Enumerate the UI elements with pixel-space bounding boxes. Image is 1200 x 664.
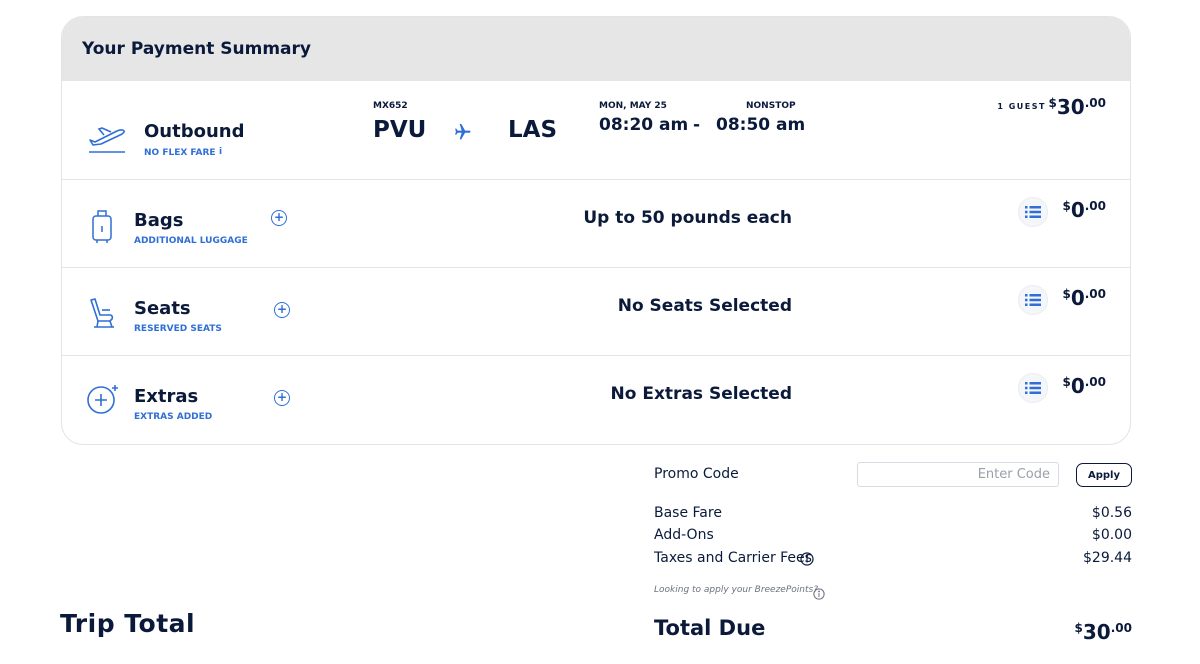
luggage-icon bbox=[90, 208, 114, 248]
bags-row: Bags ADDITIONAL LUGGAGE + Up to 50 pound… bbox=[62, 179, 1130, 267]
seats-price: $0.00 bbox=[1062, 286, 1106, 310]
total-due-label: Total Due bbox=[654, 616, 766, 640]
outbound-price: $30.00 bbox=[1048, 95, 1106, 119]
plane-takeoff-icon bbox=[87, 121, 127, 159]
extras-sublabel: EXTRAS ADDED bbox=[134, 412, 213, 422]
extras-details-button[interactable] bbox=[1018, 373, 1048, 403]
list-icon bbox=[1025, 206, 1041, 218]
payment-summary-card: Your Payment Summary Outbound NO FLEX FA… bbox=[61, 16, 1131, 445]
outbound-row: Outbound NO FLEX FARE i MX652 PVU LAS MO… bbox=[62, 81, 1130, 179]
card-header: Your Payment Summary bbox=[62, 17, 1130, 81]
plane-icon bbox=[453, 121, 473, 145]
seats-label: Seats bbox=[134, 298, 191, 319]
destination-airport: LAS bbox=[508, 117, 558, 143]
addons-value: $0.00 bbox=[1091, 527, 1132, 543]
breezepoints-note[interactable]: Looking to apply your BreezePoints? bbox=[654, 585, 818, 595]
extras-label: Extras bbox=[134, 386, 199, 407]
taxes-value: $29.44 bbox=[1083, 550, 1132, 566]
bags-price: $0.00 bbox=[1062, 198, 1106, 222]
promo-code-input[interactable] bbox=[857, 462, 1059, 487]
seat-icon bbox=[88, 297, 116, 333]
departure-time: 08:20 am bbox=[599, 115, 689, 135]
info-icon[interactable]: i bbox=[219, 147, 222, 157]
stops-label: NONSTOP bbox=[746, 101, 796, 111]
flight-date: MON, MAY 25 bbox=[599, 101, 667, 111]
promo-code-label: Promo Code bbox=[654, 466, 739, 482]
add-extras-icon bbox=[86, 383, 120, 421]
trip-total-heading: Trip Total bbox=[60, 609, 196, 638]
add-seats-button[interactable]: + bbox=[274, 302, 290, 318]
fare-type-label: NO FLEX FARE bbox=[144, 148, 216, 158]
add-bags-button[interactable]: + bbox=[271, 210, 287, 226]
arrival-time: 08:50 am bbox=[716, 115, 806, 135]
origin-airport: PVU bbox=[373, 117, 427, 143]
extras-price: $0.00 bbox=[1062, 374, 1106, 398]
apply-promo-button[interactable]: Apply bbox=[1076, 463, 1132, 487]
base-fare-label: Base Fare bbox=[654, 505, 722, 521]
outbound-label: Outbound bbox=[144, 121, 245, 142]
seats-details-button[interactable] bbox=[1018, 285, 1048, 315]
addons-label: Add-Ons bbox=[654, 527, 714, 543]
bags-details-button[interactable] bbox=[1018, 197, 1048, 227]
add-extras-button[interactable]: + bbox=[274, 390, 290, 406]
guest-count: 1 GUEST bbox=[997, 102, 1046, 111]
total-due-amount: $30.00 bbox=[1074, 620, 1132, 644]
taxes-info-icon[interactable] bbox=[800, 551, 814, 570]
extras-row: Extras EXTRAS ADDED + No Extras Selected… bbox=[62, 355, 1130, 443]
extras-summary: No Extras Selected bbox=[610, 384, 792, 404]
list-icon bbox=[1025, 382, 1041, 394]
seats-sublabel: RESERVED SEATS bbox=[134, 324, 222, 334]
bags-sublabel: ADDITIONAL LUGGAGE bbox=[134, 236, 248, 246]
base-fare-value: $0.56 bbox=[1091, 505, 1132, 521]
breezepoints-info-icon[interactable] bbox=[813, 585, 825, 604]
bags-label: Bags bbox=[134, 210, 184, 231]
seats-row: Seats RESERVED SEATS + No Seats Selected… bbox=[62, 267, 1130, 355]
bags-summary: Up to 50 pounds each bbox=[583, 208, 792, 228]
time-separator: - bbox=[693, 115, 701, 135]
list-icon bbox=[1025, 294, 1041, 306]
taxes-label: Taxes and Carrier Fees bbox=[654, 550, 812, 566]
page-title: Your Payment Summary bbox=[82, 39, 311, 59]
seats-summary: No Seats Selected bbox=[617, 296, 792, 316]
flight-number: MX652 bbox=[373, 101, 408, 111]
